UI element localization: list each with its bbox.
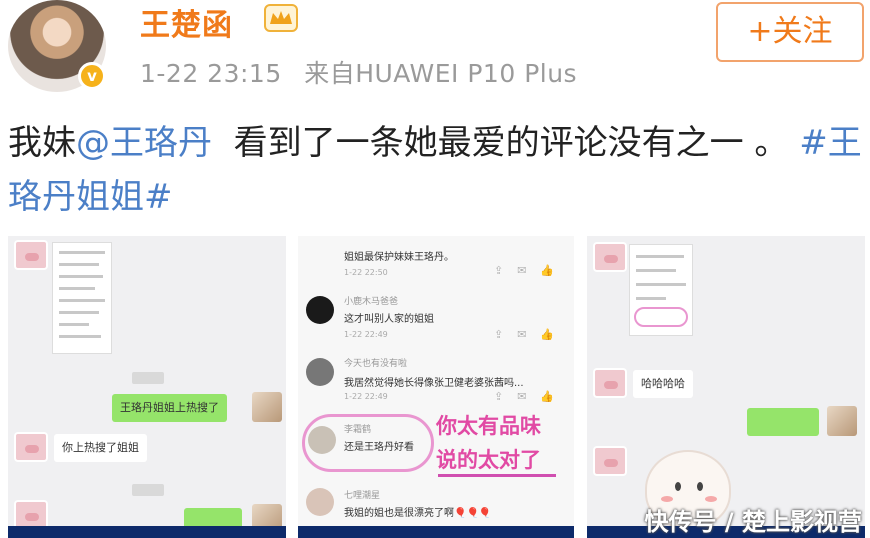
chat-bubble-received: 哈哈哈哈 bbox=[633, 370, 693, 398]
pig-avatar-icon bbox=[593, 446, 627, 476]
comment-time: 1-22 22:49 bbox=[344, 330, 388, 339]
chat-bubble-sent bbox=[747, 408, 819, 436]
commenter-avatar bbox=[308, 426, 336, 454]
chat-time-divider bbox=[132, 372, 164, 384]
follow-button[interactable]: +关注 bbox=[716, 2, 864, 62]
post-text: 我妹@王珞丹 看到了一条她最爱的评论没有之一 。 #王珞丹姐姐# bbox=[8, 116, 866, 224]
attached-image-2[interactable]: 姐姐最保护妹妹王珞丹。 1-22 22:50 ⇪✉👍 小鹿木马爸爸 这才叫别人家… bbox=[298, 236, 574, 538]
next-image-strip bbox=[8, 526, 286, 538]
crown-icon bbox=[264, 4, 298, 32]
comment-user: 小鹿木马爸爸 bbox=[344, 297, 399, 307]
comment-time: 1-22 22:50 bbox=[344, 268, 388, 277]
nested-screenshot bbox=[629, 244, 693, 336]
comment-text: 还是王珞丹好看 bbox=[344, 442, 414, 453]
comment-text: 这才叫别人家的姐姐 bbox=[344, 314, 434, 325]
commenter-avatar bbox=[306, 488, 334, 516]
attached-image-1[interactable]: 王珞丹姐姐上热搜了 你上热搜了姐姐 bbox=[8, 236, 286, 538]
post-prefix: 我妹 bbox=[8, 123, 76, 163]
chat-bubble-received: 你上热搜了姐姐 bbox=[54, 434, 147, 462]
pig-avatar-icon bbox=[593, 242, 627, 272]
verified-badge-icon: v bbox=[78, 62, 106, 90]
post-meta: 1-22 23:15 来自HUAWEI P10 Plus bbox=[140, 54, 577, 90]
sender-avatar bbox=[827, 406, 857, 436]
attached-image-3[interactable]: 哈哈哈哈 bbox=[587, 236, 865, 538]
post-timestamp: 1-22 23:15 bbox=[140, 59, 282, 88]
annotation-line-2: 说的太对了 bbox=[436, 448, 541, 472]
comment-actions: ⇪✉👍 bbox=[494, 390, 569, 403]
nested-screenshot bbox=[52, 242, 112, 354]
comment-user: 李霜鹤 bbox=[344, 425, 372, 435]
comment-text: 我居然觉得她长得像张卫健老婆张茜吗... bbox=[344, 378, 524, 389]
annotation-underline bbox=[438, 474, 556, 477]
post-source: 来自HUAWEI P10 Plus bbox=[304, 59, 578, 88]
comment-actions: ⇪✉👍 bbox=[494, 264, 569, 277]
annotation-line-1: 你太有品味 bbox=[436, 414, 541, 438]
pig-avatar-icon bbox=[14, 432, 48, 462]
commenter-avatar bbox=[306, 358, 334, 386]
commenter-avatar bbox=[306, 296, 334, 324]
watermark: 快传号 / 楚上影视营 bbox=[644, 508, 862, 536]
chat-bubble-sent: 王珞丹姐姐上热搜了 bbox=[112, 394, 227, 422]
user-name[interactable]: 王楚函 bbox=[140, 0, 233, 44]
comment-text: 我姐的姐也是很漂亮了啊🎈🎈🎈 bbox=[344, 508, 492, 519]
mention-link[interactable]: @王珞丹 bbox=[76, 123, 212, 163]
pig-avatar-icon bbox=[14, 240, 48, 270]
pig-avatar-icon bbox=[593, 368, 627, 398]
comment-actions: ⇪✉👍 bbox=[494, 328, 569, 341]
sender-avatar bbox=[252, 392, 282, 422]
comment-user: 七哩潮星 bbox=[344, 491, 381, 501]
comment-text: 姐姐最保护妹妹王珞丹。 bbox=[344, 252, 454, 263]
next-image-strip bbox=[298, 526, 574, 538]
comment-time: 1-22 22:49 bbox=[344, 392, 388, 401]
comment-user: 今天也有没有啦 bbox=[344, 359, 408, 369]
post-body: 看到了一条她最爱的评论没有之一 。 bbox=[212, 123, 800, 163]
chat-time-divider bbox=[132, 484, 164, 496]
